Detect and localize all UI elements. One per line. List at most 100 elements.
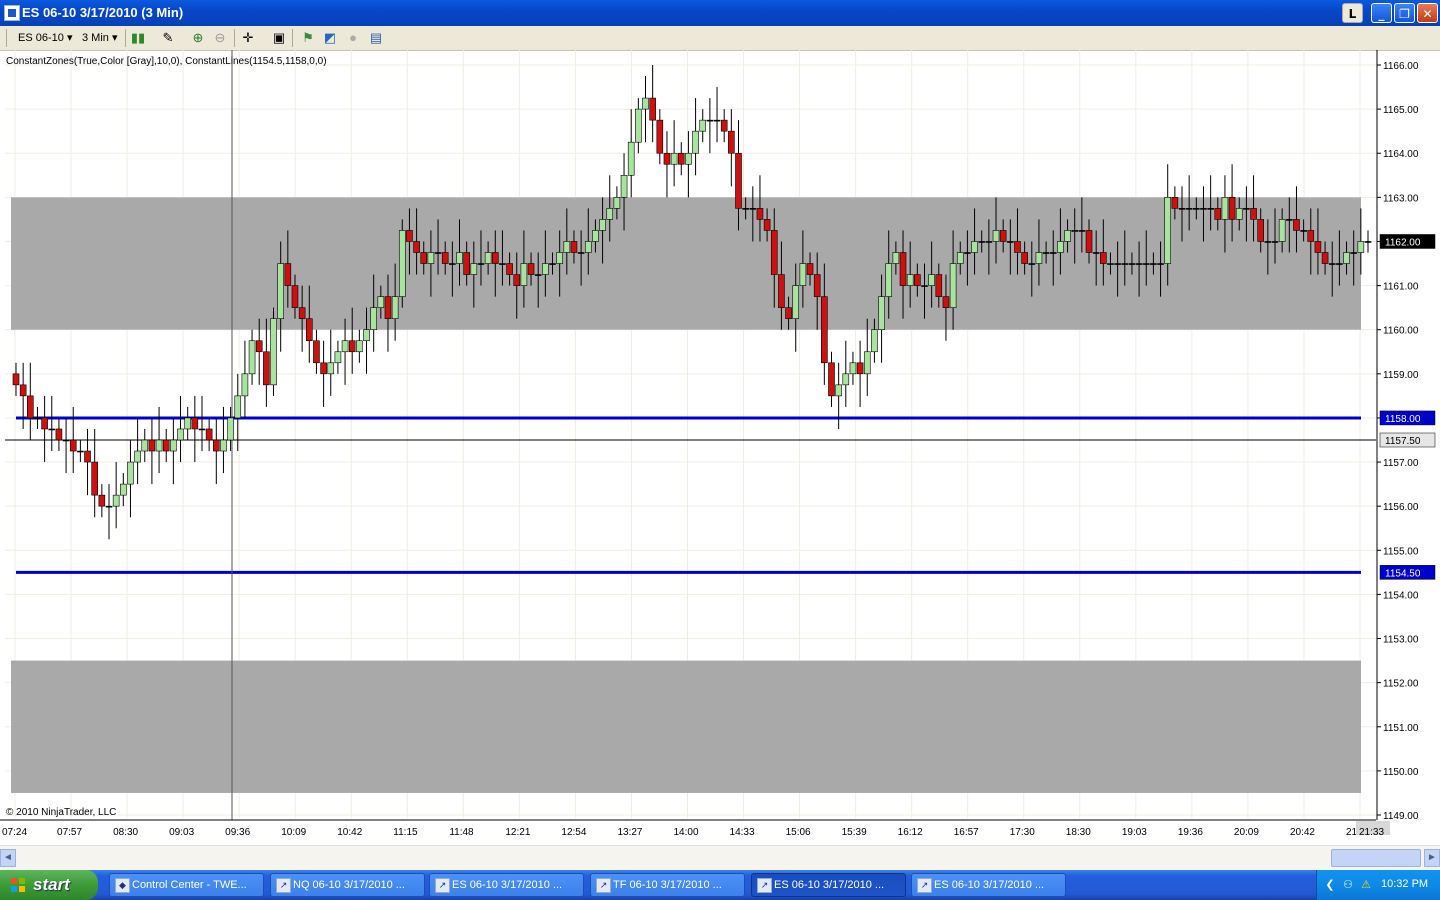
candle-body xyxy=(1150,263,1157,265)
candle-body xyxy=(978,241,986,243)
candle-body xyxy=(84,450,91,463)
candle-body xyxy=(520,263,528,286)
y-tick-label: 1153.00 xyxy=(1383,635,1419,646)
task-label: Control Center - TWE... xyxy=(132,879,247,891)
task-label: NQ 06-10 3/17/2010 ... xyxy=(293,879,405,891)
y-tick-label: 1151.00 xyxy=(1383,723,1419,734)
close-button[interactable]: ✕ xyxy=(1417,3,1438,23)
scroll-right-arrow[interactable]: ► xyxy=(1424,849,1440,867)
candle-body xyxy=(813,274,821,297)
toolbar-separator xyxy=(234,29,235,47)
window-title-bar[interactable]: ES 06-10 3/17/2010 (3 Min) L _ ❐ ✕ xyxy=(0,0,1440,26)
candle-body xyxy=(985,241,993,243)
copyright-label: © 2010 NinjaTrader, LLC xyxy=(6,807,117,818)
candle-body xyxy=(592,230,599,242)
app-icon: ◆ xyxy=(115,878,130,893)
price-chart[interactable]: 1166.00 1165.00 1164.00 1163.00 1162.00 1161.… xyxy=(0,50,1440,845)
candle-body xyxy=(91,461,98,496)
task-es-chart-1[interactable]: ↗ ES 06-10 3/17/2010 ... xyxy=(429,873,584,897)
interval-selector[interactable]: 3 Min ▾ xyxy=(82,29,118,47)
candle-body xyxy=(1336,263,1343,265)
candle-body xyxy=(127,461,134,485)
y-tick-label: 1164.00 xyxy=(1383,149,1419,160)
candle-body xyxy=(1243,208,1250,210)
scroll-left-arrow[interactable]: ◄ xyxy=(0,849,16,867)
indicators-icon[interactable]: ◩ xyxy=(322,30,338,46)
candle-body xyxy=(1014,241,1021,253)
y-tick-label: 1165.00 xyxy=(1383,105,1419,116)
data-box-icon[interactable]: ▤ xyxy=(368,30,384,46)
chart-toolbar: ES 06-10 ▾ 3 Min ▾ ▮▮ ✎ ⊕ ⊖ ✛ ▣ ⚑ ◩ ● ▤ xyxy=(0,26,1440,51)
candle-body xyxy=(942,296,950,308)
task-control-center[interactable]: ◆ Control Center - TWE... xyxy=(109,873,264,897)
candle-body xyxy=(463,252,470,275)
candle-body xyxy=(334,351,342,364)
candle-body xyxy=(205,428,213,441)
toolbar-separator xyxy=(125,29,126,47)
tray-expand-icon[interactable]: ❮ xyxy=(1323,878,1337,892)
candle-body xyxy=(1328,263,1336,265)
candle-body xyxy=(212,439,220,452)
instrument-selector[interactable]: ES 06-10 ▾ xyxy=(18,29,72,47)
x-tick-label: 12:21 xyxy=(505,827,530,838)
x-tick-label: 13:27 xyxy=(617,827,642,838)
candle-body xyxy=(735,152,742,209)
candle-body xyxy=(112,494,120,507)
app-icon xyxy=(4,5,20,21)
candle-body xyxy=(627,141,635,176)
candle-body xyxy=(649,97,656,121)
candle-body xyxy=(956,252,964,264)
disabled-circle-icon[interactable]: ● xyxy=(345,30,361,46)
maximize-button[interactable]: ❐ xyxy=(1394,3,1415,23)
task-label: TF 06-10 3/17/2010 ... xyxy=(613,879,722,891)
task-nq-chart[interactable]: ↗ NQ 06-10 3/17/2010 ... xyxy=(270,873,425,897)
candle-body xyxy=(1257,219,1264,242)
security-alert-icon[interactable]: ⚠ xyxy=(1359,878,1373,892)
zoom-out-icon[interactable]: ⊖ xyxy=(212,30,228,46)
x-tick-label: 09:03 xyxy=(169,827,194,838)
strategy-icon[interactable]: ⚑ xyxy=(300,30,316,46)
candle-body xyxy=(742,208,749,210)
candle-body xyxy=(635,108,642,143)
candle-body xyxy=(34,417,41,420)
properties-icon[interactable]: ▣ xyxy=(271,30,287,46)
horizontal-scrollbar[interactable]: ◄ ► xyxy=(0,845,1440,871)
link-button[interactable]: L xyxy=(1342,3,1363,23)
minimize-button[interactable]: _ xyxy=(1371,3,1392,23)
y-tick-label: 1154.00 xyxy=(1383,590,1419,601)
draw-pencil-icon[interactable]: ✎ xyxy=(160,30,176,46)
candle-body xyxy=(69,439,77,452)
y-tick-label: 1149.00 xyxy=(1383,811,1419,822)
candle-body xyxy=(27,395,34,419)
candle-body xyxy=(1128,263,1136,265)
candle-body xyxy=(348,340,356,353)
candle-body xyxy=(1321,252,1329,264)
candle-body xyxy=(1114,263,1121,265)
candle-body xyxy=(1364,241,1372,243)
zoom-in-icon[interactable]: ⊕ xyxy=(190,30,206,46)
candle-body xyxy=(599,219,606,231)
candle-body xyxy=(305,318,313,342)
candle-body xyxy=(1121,263,1129,265)
task-es-chart-active[interactable]: ↗ ES 06-10 3/17/2010 ... xyxy=(751,873,906,897)
crosshair-icon[interactable]: ✛ xyxy=(240,30,256,46)
candle-body xyxy=(134,450,141,463)
candle-body xyxy=(313,340,320,364)
network-icon[interactable]: ⚇ xyxy=(1341,878,1355,892)
candle-body xyxy=(1350,252,1357,254)
candle-body xyxy=(1278,219,1286,242)
candle-body xyxy=(964,252,971,254)
task-tf-chart[interactable]: ↗ TF 06-10 3/17/2010 ... xyxy=(590,873,745,897)
candle-body xyxy=(413,241,420,253)
windows-flag-icon xyxy=(11,878,25,892)
task-es-chart-3[interactable]: ↗ ES 06-10 3/17/2010 ... xyxy=(911,873,1066,897)
candlestick-style-icon[interactable]: ▮▮ xyxy=(130,30,146,46)
candle-body xyxy=(885,263,893,297)
candle-body xyxy=(441,252,449,264)
candle-body xyxy=(220,439,227,452)
candle-body xyxy=(320,362,327,375)
candle-body xyxy=(1107,263,1114,265)
candle-body xyxy=(277,263,284,319)
scroll-thumb[interactable] xyxy=(1331,849,1421,867)
start-button[interactable]: start xyxy=(0,870,98,900)
